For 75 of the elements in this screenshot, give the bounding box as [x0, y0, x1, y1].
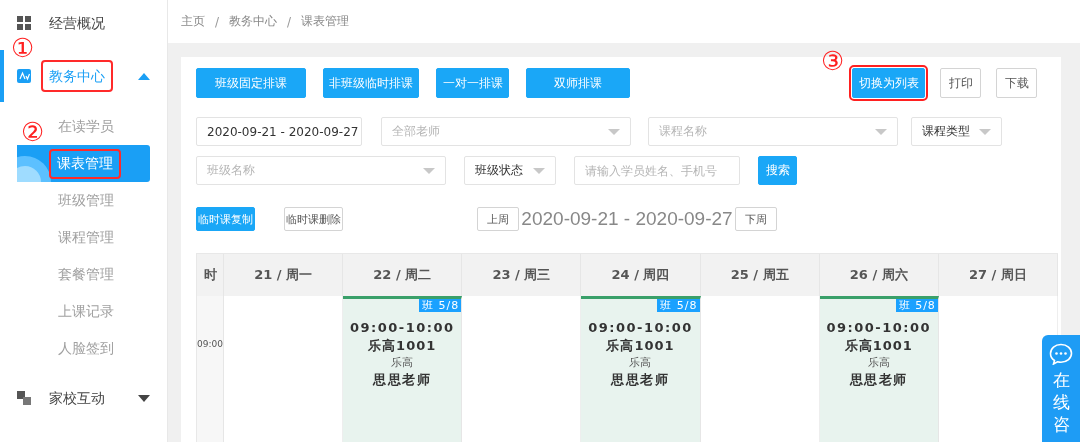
table-header: 22 / 周二 — [343, 254, 463, 296]
nav-subitem[interactable]: 上课记录 — [58, 302, 114, 321]
button[interactable]: 下载 — [996, 68, 1037, 98]
annotation-number: ② — [21, 119, 45, 145]
annotation-number: ③ — [821, 48, 845, 74]
dropdown-caret-icon — [533, 167, 545, 174]
table-header: 26 / 周六 — [819, 254, 939, 296]
nav-item[interactable]: 经营概况 — [0, 13, 167, 33]
button[interactable]: 一对一排课 — [436, 68, 509, 98]
select-field[interactable]: 班级状态 — [464, 156, 556, 185]
course-name: 乐高 — [629, 355, 652, 370]
chat-bubble-icon — [1049, 343, 1073, 365]
chat-widget[interactable]: 在线咨 — [1042, 335, 1080, 442]
date-range-field[interactable]: 2020-09-21 - 2020-09-27 — [196, 117, 362, 146]
search-button[interactable]: 搜索 — [758, 156, 797, 185]
class-badge: 班 5/8 — [419, 299, 462, 312]
breadcrumb-separator: / — [287, 14, 292, 29]
lesson-time: 09:00-10:00 — [588, 319, 693, 337]
nav-subitem[interactable]: 班级管理 — [58, 191, 114, 210]
nav-item[interactable]: 教务中心 — [4, 62, 167, 90]
table-header: 24 / 周四 — [581, 254, 701, 296]
grid-icon — [17, 16, 31, 30]
dropdown-caret-icon — [608, 128, 620, 135]
nav-subitem[interactable]: 在读学员 — [58, 117, 114, 136]
squares-icon — [17, 391, 31, 405]
nav-subitem[interactable]: 套餐管理 — [58, 265, 114, 284]
breadcrumb-link[interactable]: 教务中心 — [229, 13, 278, 30]
select-field[interactable]: 全部老师 — [381, 117, 631, 146]
button[interactable]: 打印 — [940, 68, 981, 98]
button[interactable]: 双师排课 — [526, 68, 630, 98]
time-label: 09:00 — [197, 339, 223, 349]
nav-subitem[interactable]: 课程管理 — [58, 228, 114, 247]
table-header: 23 / 周三 — [462, 254, 582, 296]
lesson-card[interactable]: 班 5/8 09:00-10:00 乐高1001 乐高 思思老师 — [343, 296, 463, 442]
nav-item[interactable]: 家校互动 — [0, 388, 167, 408]
next-week-button[interactable]: 下周 — [734, 207, 777, 231]
table-header: 27 / 周日 — [938, 254, 1058, 296]
select-field[interactable]: 班级名称 — [196, 156, 446, 185]
chart-icon — [17, 69, 31, 83]
class-badge: 班 5/8 — [895, 299, 938, 312]
class-name: 乐高1001 — [844, 337, 913, 355]
nav-subitem[interactable]: 人脸签到 — [58, 339, 114, 358]
teacher-name: 思思老师 — [373, 371, 432, 389]
select-field[interactable]: 课程类型 — [911, 117, 1002, 146]
table-header: 时 — [197, 254, 224, 296]
lesson-time: 09:00-10:00 — [349, 319, 455, 337]
table-header: 21 / 周一 — [224, 254, 344, 296]
class-name: 乐高1001 — [368, 337, 437, 355]
input-field[interactable]: 请输入学员姓名、手机号 — [574, 156, 740, 185]
dropdown-caret-icon — [979, 128, 991, 135]
class-badge: 班 5/8 — [657, 299, 700, 312]
button[interactable]: 非班级临时排课 — [323, 68, 419, 98]
prev-week-button[interactable]: 上周 — [477, 207, 520, 231]
teacher-name: 思思老师 — [849, 371, 908, 389]
dropdown-caret-icon — [875, 128, 887, 135]
select-field[interactable]: 课程名称 — [648, 117, 898, 146]
course-name: 乐高 — [867, 355, 890, 370]
class-name: 乐高1001 — [606, 337, 675, 355]
table-header: 25 / 周五 — [700, 254, 820, 296]
dropdown-caret-icon — [423, 167, 435, 174]
week-range: 2020-09-21 - 2020-09-27 — [521, 208, 733, 230]
course-name: 乐高 — [391, 355, 414, 370]
nav-subitem[interactable]: 课表管理 — [17, 145, 150, 182]
lesson-card[interactable]: 班 5/8 09:00-10:00 乐高1001 乐高 思思老师 — [819, 296, 939, 442]
annotation-number: ① — [11, 35, 35, 61]
teacher-name: 思思老师 — [611, 371, 670, 389]
button[interactable]: 临时课删除 — [284, 207, 343, 231]
breadcrumb-separator: / — [215, 14, 220, 29]
button[interactable]: 切换为列表 — [852, 68, 925, 98]
breadcrumb-link[interactable]: 主页 — [181, 13, 205, 30]
lesson-time: 09:00-10:00 — [826, 319, 932, 337]
lesson-card[interactable]: 班 5/8 09:00-10:00 乐高1001 乐高 思思老师 — [581, 296, 701, 442]
button[interactable]: 班级固定排课 — [196, 68, 306, 98]
breadcrumb-link[interactable]: 课表管理 — [301, 13, 350, 30]
button[interactable]: 临时课复制 — [196, 207, 255, 231]
